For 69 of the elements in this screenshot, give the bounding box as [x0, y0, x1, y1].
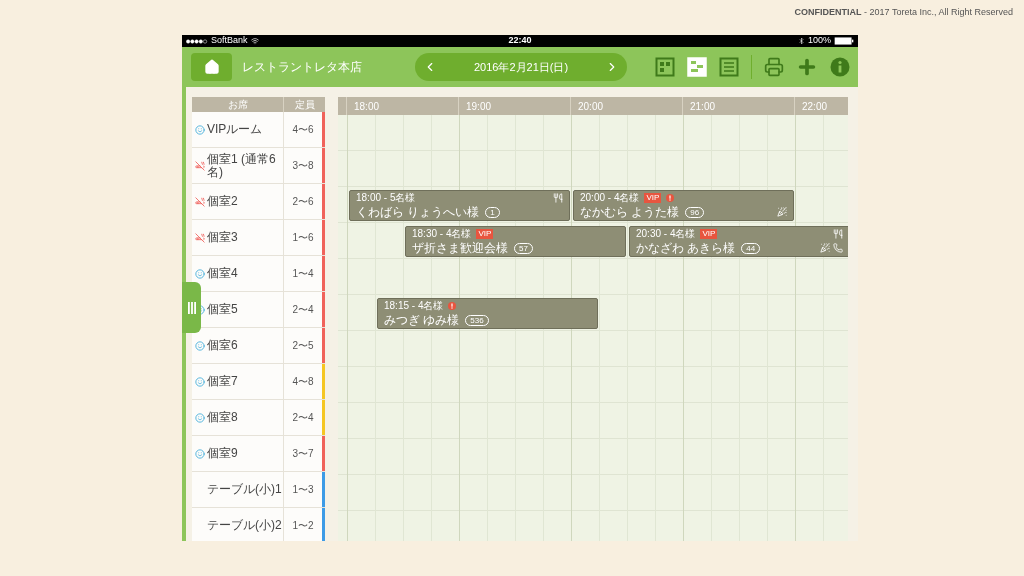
view-toggle[interactable]	[655, 57, 675, 77]
seat-name: テーブル(小)2	[207, 519, 283, 532]
list-icon	[719, 57, 739, 77]
hour-label: 20:00	[578, 99, 604, 114]
view-toggle[interactable]	[719, 57, 739, 77]
reservation-info: 20:30 - 4名様	[636, 228, 696, 240]
floor-plan-icon	[655, 57, 675, 77]
capacity: 4〜6	[291, 123, 315, 137]
add-icon[interactable]	[796, 56, 818, 78]
capacity: 4〜8	[291, 375, 315, 389]
vip-badge: VIP	[644, 193, 662, 203]
seat-name: 個室7	[207, 375, 239, 388]
guest-name: なかむら ようた様	[580, 205, 680, 219]
seat-name: 個室2	[207, 195, 239, 208]
capacity: 3〜8	[291, 159, 315, 173]
battery-percent: 100%	[807, 35, 831, 48]
capacity: 2〜4	[291, 411, 315, 425]
current-date[interactable]: 2016年2月21日(日)	[473, 58, 569, 76]
side-handle[interactable]	[182, 282, 201, 333]
timetable-icon	[687, 57, 707, 77]
signal-icon	[186, 38, 208, 44]
seat-name: テーブル(小)1	[207, 483, 283, 496]
wifi-icon	[250, 37, 259, 45]
reservation-info: 18:30 - 4名様	[412, 228, 472, 240]
seat-name: 個室9	[207, 447, 239, 460]
seat-name: 個室8	[207, 411, 239, 424]
hour-label: 18:00	[354, 99, 380, 114]
guest-name: くわばら りょうへい様	[356, 205, 480, 219]
column-header: 定員	[293, 98, 316, 112]
reservation-block[interactable]: 18:00 - 5名様 くわばら りょうへい様 1	[349, 190, 570, 221]
capacity: 1〜3	[291, 483, 315, 497]
battery-icon	[834, 37, 854, 45]
reservation-info: 18:15 - 4名様	[384, 300, 444, 312]
capacity: 1〜4	[291, 267, 315, 281]
seat-name: 個室6	[207, 339, 239, 352]
home-button[interactable]	[191, 53, 232, 81]
reservation-info: 18:00 - 5名様	[356, 192, 416, 204]
reservation-block[interactable]: 20:30 - 4名様 VIP かなざわ あきら様 44	[629, 226, 848, 257]
bluetooth-icon	[797, 37, 805, 45]
guest-name: みつぎ ゆみ様	[384, 313, 460, 327]
home-icon	[203, 59, 220, 75]
seat-name: 個室1 (通常6名)	[207, 152, 277, 179]
confidential-note: CONFIDENTIAL - 2017 Toreta Inc., All Right Reserved	[794, 6, 1013, 19]
hour-label: 22:00	[802, 99, 828, 114]
carrier-name: SoftBank	[211, 35, 248, 48]
capacity: 2〜6	[291, 195, 315, 209]
vip-badge: VIP	[476, 229, 494, 239]
reservation-block[interactable]: 18:30 - 4名様 VIP ザ折さま歓迎会様 57	[405, 226, 626, 257]
seat-name: 個室3	[207, 231, 239, 244]
guest-name: ザ折さま歓迎会様	[412, 241, 508, 255]
hour-label: 19:00	[466, 99, 492, 114]
grip-icon	[187, 301, 196, 314]
store-name: レストラントレタ本店	[242, 59, 363, 76]
vip-badge: VIP	[700, 229, 718, 239]
hour-label: 21:00	[690, 99, 716, 114]
seat-name: 個室4	[207, 267, 239, 280]
seat-name: 個室5	[207, 303, 239, 316]
guest-name: かなざわ あきら様	[636, 241, 736, 255]
reservation-info: 20:00 - 4名様	[580, 192, 640, 204]
reservation-block[interactable]: 18:15 - 4名様 みつぎ ゆみ様 536	[377, 298, 598, 329]
capacity: 1〜2	[291, 519, 315, 533]
reservation-block[interactable]: 20:00 - 4名様 VIP なかむら ようた様 96	[573, 190, 794, 221]
capacity: 2〜4	[291, 303, 315, 317]
clock-time: 22:40	[508, 35, 532, 48]
capacity: 3〜7	[291, 447, 315, 461]
info-icon[interactable]	[830, 57, 850, 77]
capacity: 2〜5	[291, 339, 315, 353]
capacity: 1〜6	[291, 231, 315, 245]
seat-name: VIPルーム	[207, 123, 264, 136]
